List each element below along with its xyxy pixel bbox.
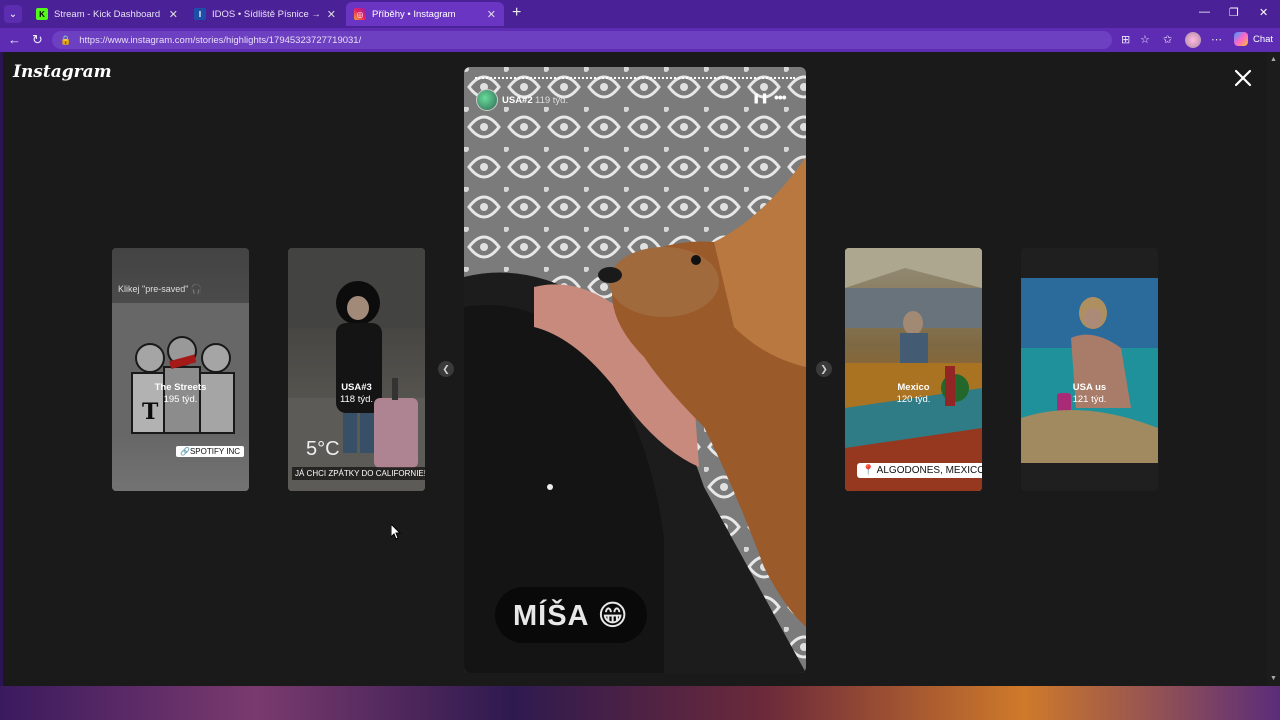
window-close-icon[interactable]: ✕ [1259, 6, 1268, 19]
spotify-sticker: 🔗SPOTIFY INC [176, 446, 245, 457]
back-arrow-icon[interactable]: ← [8, 32, 21, 47]
desktop-wallpaper [0, 686, 1280, 720]
app-available-icon[interactable]: ⊞ [1121, 33, 1130, 46]
card-caption: USA us 121 týd. [1021, 382, 1158, 406]
copilot-icon [1234, 32, 1248, 46]
tab-title: IDOS • Sídliště Písnice → Zličín • V [212, 8, 321, 20]
minimize-icon[interactable]: — [1199, 6, 1210, 18]
story-avatar[interactable] [476, 89, 498, 111]
pause-icon[interactable]: ❚❚ [752, 93, 769, 104]
card-age: 120 týd. [896, 394, 931, 405]
card-dim-overlay [1021, 248, 1158, 491]
copilot-chat-button[interactable]: Chat [1234, 32, 1273, 46]
profile-avatar[interactable] [1185, 32, 1201, 48]
browser-toolbar: ← ↻ 🔒 https://www.instagram.com/stories/… [0, 28, 1280, 52]
card-age: 121 týd. [1072, 394, 1107, 405]
scroll-up-icon[interactable]: ▲ [1270, 56, 1277, 63]
close-tab-icon[interactable]: ✕ [487, 8, 496, 21]
card-name: The Streets [154, 382, 207, 393]
card-caption: The Streets 195 týd. [112, 382, 249, 406]
card-age: 118 týd. [339, 394, 374, 405]
story-caption: MÍŠA 😁 [495, 587, 647, 643]
temperature-sticker: 5°C [306, 438, 340, 460]
next-story-button[interactable]: ❯ [816, 361, 832, 377]
close-icon[interactable] [1231, 66, 1255, 90]
instagram-story-viewer: Instagram T Klikej "pre-saved" 🎧 🔗SPOTIF… [3, 52, 1267, 686]
highlight-card-the-streets[interactable]: T Klikej "pre-saved" 🎧 🔗SPOTIFY INC The … [112, 248, 249, 491]
maximize-icon[interactable]: ❐ [1229, 6, 1239, 19]
tab-instagram[interactable]: ◎ Příběhy • Instagram ✕ [346, 2, 504, 26]
main-story[interactable]: USA#2 119 týd. ❚❚ ••• MÍŠA 😁 [464, 67, 806, 673]
tab-idos[interactable]: I IDOS • Sídliště Písnice → Zličín • V ✕ [186, 2, 344, 26]
story-timestamp: 119 týd. [535, 95, 569, 106]
tab-kick-dashboard[interactable]: K Stream - Kick Dashboard ✕ [28, 2, 186, 26]
more-options-icon[interactable]: ••• [774, 89, 787, 105]
reload-icon[interactable]: ↻ [32, 32, 43, 48]
card-dim-overlay [845, 248, 982, 491]
address-bar[interactable]: 🔒 https://www.instagram.com/stories/high… [52, 31, 1112, 49]
story-username[interactable]: USA#2 [502, 95, 533, 106]
close-tab-icon[interactable]: ✕ [327, 8, 336, 21]
card-top-text: Klikej "pre-saved" 🎧 [118, 284, 203, 294]
instagram-icon: ◎ [354, 8, 366, 20]
scroll-down-icon[interactable]: ▼ [1270, 675, 1277, 682]
card-name: Mexico [897, 382, 930, 393]
close-tab-icon[interactable]: ✕ [169, 8, 178, 21]
highlight-card-usa-us[interactable]: USA us 121 týd. [1021, 248, 1158, 491]
kick-icon: K [36, 8, 48, 20]
location-sticker: 📍 ALGODONES, MEXICO [857, 463, 982, 478]
story-progress-bar [475, 77, 795, 81]
previous-story-button[interactable]: ❮ [438, 361, 454, 377]
tab-title: Stream - Kick Dashboard [54, 8, 161, 20]
highlight-card-mexico[interactable]: 📍 ALGODONES, MEXICO Mexico 120 týd. [845, 248, 982, 491]
instagram-logo[interactable]: Instagram [13, 62, 112, 82]
card-name: USA us [1072, 382, 1107, 393]
card-name: USA#3 [341, 382, 372, 393]
site-info-icon[interactable]: 🔒 [60, 35, 71, 46]
more-options-icon[interactable]: ⋯ [1211, 33, 1222, 46]
chat-label: Chat [1253, 33, 1274, 45]
url-text: https://www.instagram.com/stories/highli… [79, 34, 362, 46]
story-photo [464, 67, 806, 673]
page-scrollbar[interactable]: ▲ ▼ [1267, 52, 1280, 686]
card-caption: Mexico 120 týd. [845, 382, 982, 406]
idos-icon: I [194, 8, 206, 20]
favorites-icon[interactable]: ✩ [1163, 33, 1172, 46]
mouse-cursor-icon [391, 524, 401, 540]
new-tab-button[interactable]: + [512, 4, 521, 22]
card-age: 195 týd. [163, 394, 198, 405]
browser-tab-bar: ⌄ K Stream - Kick Dashboard ✕ I IDOS • S… [0, 0, 1280, 28]
text-sticker: JÁ CHCI ZPÁTKY DO CALIFORNIE!!! [292, 467, 425, 480]
highlight-card-usa3[interactable]: 5°C JÁ CHCI ZPÁTKY DO CALIFORNIE!!! USA#… [288, 248, 425, 491]
tab-list-dropdown-icon[interactable]: ⌄ [4, 5, 22, 23]
card-caption: USA#3 118 týd. [288, 382, 425, 406]
favorite-star-icon[interactable]: ☆ [1140, 33, 1150, 46]
tab-title: Příběhy • Instagram [372, 8, 456, 20]
